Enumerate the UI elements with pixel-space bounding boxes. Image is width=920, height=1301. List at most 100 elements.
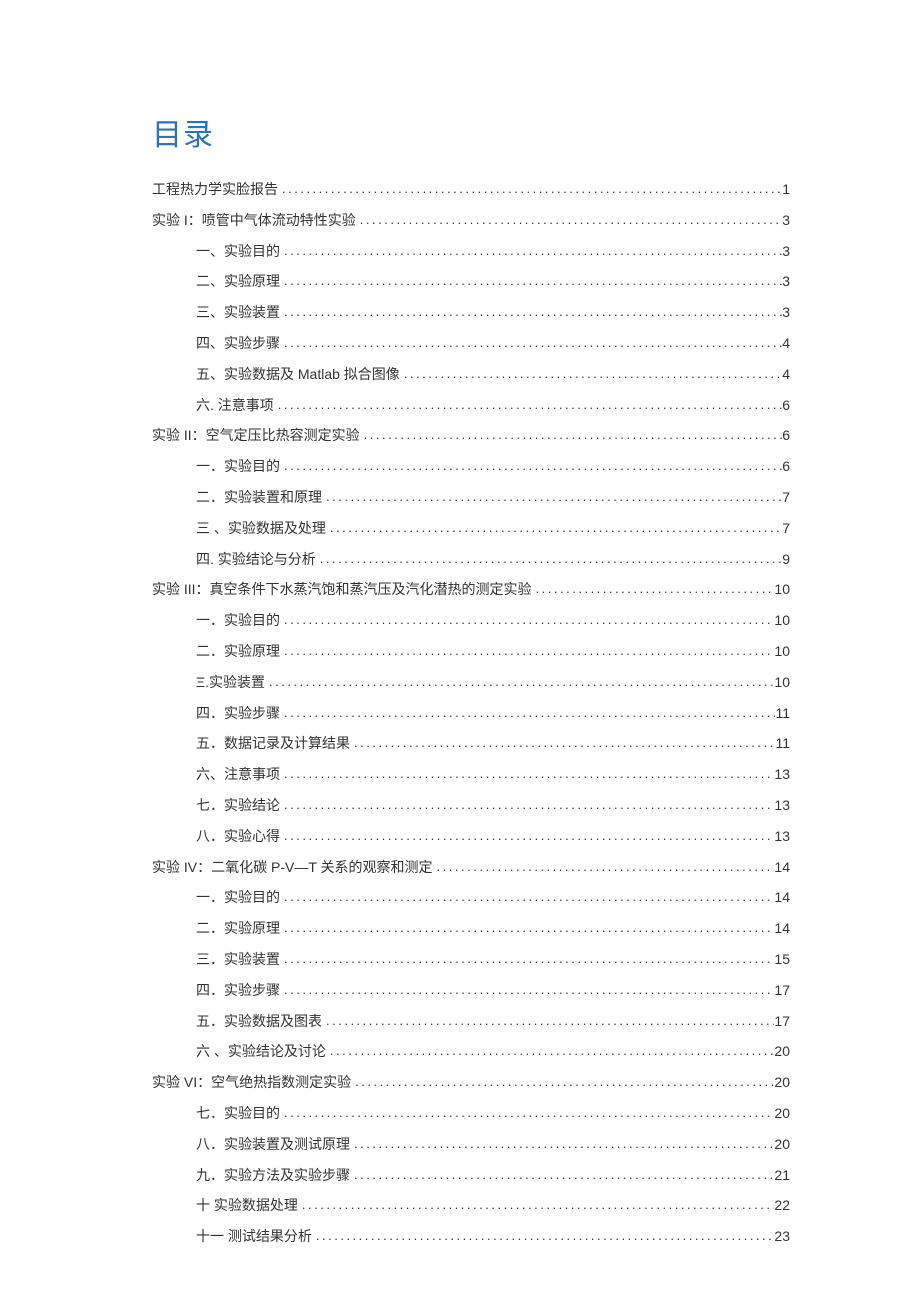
toc-entry-page: 21	[774, 1164, 790, 1186]
toc-entry-page: 7	[782, 517, 790, 539]
toc-entry-page: 20	[774, 1102, 790, 1124]
toc-leader-dots	[280, 918, 774, 939]
toc-entry[interactable]: 四、实验步骤4	[152, 332, 790, 355]
toc-entry-label: 三 、实验数据及处理	[196, 517, 326, 539]
toc-entry-label: 五、实验数据及 Matlab 拟合图像	[196, 363, 400, 385]
toc-entry[interactable]: 五、实验数据及 Matlab 拟合图像4	[152, 363, 790, 386]
toc-entry[interactable]: 实验 II：空气定压比热容测定实验6	[152, 424, 790, 447]
toc-entry-page: 22	[774, 1194, 790, 1216]
toc-leader-dots	[350, 1134, 774, 1155]
toc-entry[interactable]: 一．实验目的 10	[152, 609, 790, 632]
toc-entry-label: 工程热力学实脸报告	[152, 178, 278, 200]
toc-entry[interactable]: 七．实验结论13	[152, 794, 790, 817]
toc-leader-dots	[280, 333, 782, 354]
toc-entry-prefix: 五	[196, 1010, 210, 1032]
toc-entry-page: 6	[782, 455, 790, 477]
toc-entry-prefix: 八	[196, 1133, 210, 1155]
toc-leader-dots	[400, 364, 782, 385]
toc-entry-prefix: 三	[196, 948, 210, 970]
toc-entry[interactable]: 二．实验原理14	[152, 917, 790, 940]
table-of-contents: 工程热力学实脸报告1实验 I：喷管中气体流动特性实验3一、实验目的3二、实验原理…	[152, 178, 790, 1248]
toc-entry[interactable]: 八．实验装置及测试原理 20	[152, 1133, 790, 1156]
toc-entry[interactable]: 一．实验目的14	[152, 886, 790, 909]
toc-entry-label: 十一 测试结果分析	[196, 1225, 312, 1247]
toc-entry-label: 四. 实验结论与分析	[196, 548, 316, 570]
toc-entry[interactable]: 十 实验数据处理 22	[152, 1194, 790, 1217]
toc-leader-dots	[278, 179, 782, 200]
toc-leader-dots	[298, 1195, 775, 1216]
toc-leader-dots	[280, 456, 782, 477]
toc-leader-dots	[351, 1072, 774, 1093]
toc-entry[interactable]: 实验 III：真空条件下水蒸汽饱和蒸汽压及汽化潜热的测定实验 10	[152, 578, 790, 601]
toc-entry-prefix: 五	[196, 732, 210, 754]
toc-entry-page: 10	[774, 578, 790, 600]
toc-entry-page: 1	[782, 178, 790, 200]
toc-entry[interactable]: 二．实验装置和原理7	[152, 486, 790, 509]
toc-entry-page: 20	[774, 1040, 790, 1062]
toc-entry-label: 六 、实验结论及讨论	[196, 1040, 326, 1062]
toc-entry-label: 二．实验装置和原理	[196, 486, 322, 508]
toc-entry-page: 20	[774, 1133, 790, 1155]
toc-entry[interactable]: 实验 IV：二氧化碳 P-V—T 关系的观察和测定14	[152, 856, 790, 879]
toc-entry[interactable]: 实验 VI：空气绝热指数测定实验20	[152, 1071, 790, 1094]
toc-entry[interactable]: 三．实验装置15	[152, 948, 790, 971]
toc-entry[interactable]: 四．实验步骤11	[152, 702, 790, 725]
toc-entry-label: 一、实验目的	[196, 240, 280, 262]
toc-entry[interactable]: 七．实验目的20	[152, 1102, 790, 1125]
toc-leader-dots	[350, 1165, 774, 1186]
toc-entry[interactable]: 六. 注意事项6	[152, 394, 790, 417]
toc-entry[interactable]: 四．实验步骤17	[152, 979, 790, 1002]
toc-entry-label: 实验 II：空气定压比热容测定实验	[152, 424, 360, 446]
toc-entry-page: 3	[782, 240, 790, 262]
toc-entry-page: 10	[774, 609, 790, 631]
toc-leader-dots	[312, 1226, 775, 1247]
toc-entry[interactable]: 五．实验数据及图表17	[152, 1010, 790, 1033]
toc-leader-dots	[326, 1041, 775, 1062]
toc-entry[interactable]: 五．数据记录及计算结果11	[152, 732, 790, 755]
toc-entry-label: 实验 VI：空气绝热指数测定实验	[152, 1071, 351, 1093]
toc-entry-page: 15	[774, 948, 790, 970]
toc-entry-page: 14	[774, 886, 790, 908]
toc-entry-label: 八．实验装置及测试原理	[196, 1133, 350, 1155]
toc-entry-label: 十 实验数据处理	[196, 1194, 298, 1216]
toc-entry-page: 17	[774, 979, 790, 1001]
toc-entry-label: 实验 I：喷管中气体流动特性实验	[152, 209, 356, 231]
toc-entry[interactable]: 工程热力学实脸报告 1	[152, 178, 790, 201]
toc-entry[interactable]: 六、注意事项13	[152, 763, 790, 786]
toc-entry-label: 一．实验目的	[196, 609, 280, 631]
toc-entry[interactable]: 八．实验心得13	[152, 825, 790, 848]
toc-entry-page: 14	[774, 856, 790, 878]
toc-entry-page: 17	[774, 1010, 790, 1032]
toc-entry-prefix: 一	[196, 886, 210, 908]
toc-entry-prefix: 三	[196, 517, 210, 539]
toc-leader-dots	[322, 487, 782, 508]
toc-leader-dots	[280, 241, 782, 262]
toc-entry-prefix: 二	[196, 640, 210, 662]
toc-entry-prefix: 十	[196, 1194, 210, 1216]
toc-entry-label: 实验 III：真空条件下水蒸汽饱和蒸汽压及汽化潜热的测定实验	[152, 578, 532, 600]
toc-entry-prefix: 一	[196, 609, 210, 631]
toc-leader-dots	[316, 549, 782, 570]
toc-entry[interactable]: 实验 I：喷管中气体流动特性实验3	[152, 209, 790, 232]
toc-entry[interactable]: 六 、实验结论及讨论 20	[152, 1040, 790, 1063]
toc-entry[interactable]: 一、实验目的 3	[152, 240, 790, 263]
toc-entry[interactable]: 二．实验原理10	[152, 640, 790, 663]
toc-leader-dots	[280, 302, 782, 323]
toc-leader-dots	[322, 1011, 774, 1032]
toc-entry-label: 一．实验目的	[196, 455, 280, 477]
toc-entry-label: 八．实验心得	[196, 825, 280, 847]
toc-leader-dots	[280, 795, 774, 816]
toc-entry[interactable]: 一．实验目的 6	[152, 455, 790, 478]
toc-entry-page: 3	[782, 301, 790, 323]
toc-entry-prefix: 一	[196, 455, 210, 477]
toc-entry-page: 23	[774, 1225, 790, 1247]
toc-entry[interactable]: 九．实验方法及实验步骤21	[152, 1164, 790, 1187]
toc-entry[interactable]: 十一 测试结果分析 23	[152, 1225, 790, 1248]
toc-leader-dots	[280, 826, 774, 847]
toc-entry[interactable]: Ξ.实验装置10	[152, 671, 790, 694]
toc-entry[interactable]: 三、实验装置3	[152, 301, 790, 324]
toc-entry[interactable]: 三 、实验数据及处理 7	[152, 517, 790, 540]
toc-leader-dots	[280, 641, 774, 662]
toc-entry[interactable]: 四. 实验结论与分析9	[152, 548, 790, 571]
toc-entry[interactable]: 二、实验原理3	[152, 270, 790, 293]
